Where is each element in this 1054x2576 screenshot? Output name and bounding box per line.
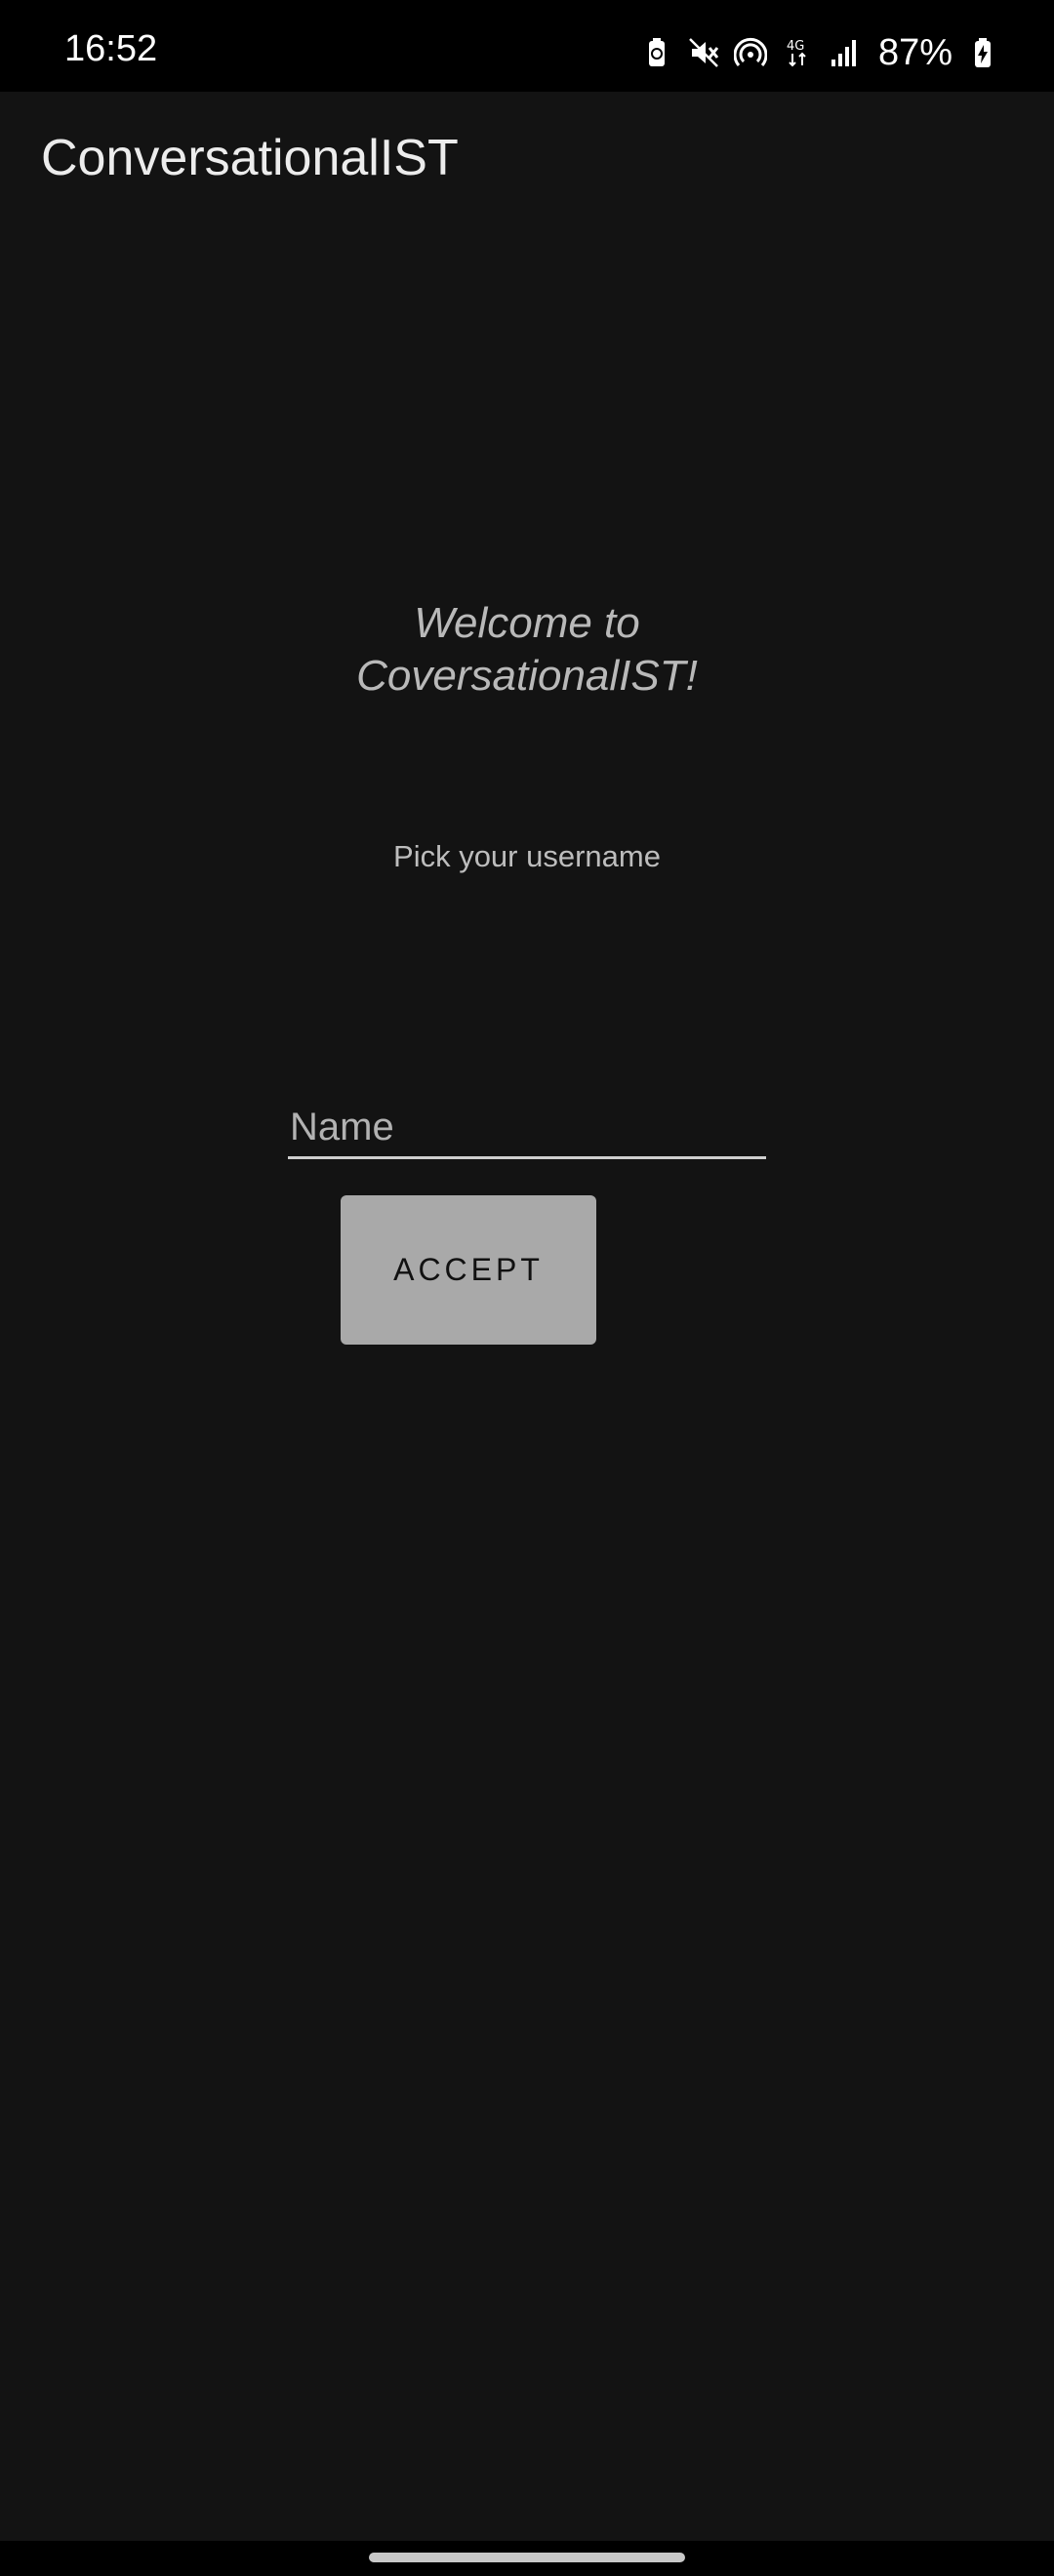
welcome-heading: Welcome to CoversationalIST! — [332, 597, 722, 703]
app-title: ConversationalIST — [41, 130, 459, 186]
username-prompt: Pick your username — [393, 839, 661, 873]
status-icons: 4G 87% — [640, 33, 999, 72]
welcome-line-1: Welcome to — [414, 599, 640, 647]
status-bar: 16:52 4G 87% — [0, 0, 1054, 92]
hotspot-icon — [733, 36, 767, 69]
username-input[interactable] — [288, 1099, 766, 1159]
app-screen: ConversationalIST Welcome to Coversation… — [0, 92, 1054, 2541]
home-handle[interactable] — [369, 2553, 685, 2562]
signal-icon — [828, 36, 861, 69]
mute-icon — [687, 36, 720, 69]
battery-saver-icon — [640, 36, 673, 69]
4g-icon: 4G — [781, 36, 814, 69]
welcome-line-2: CoversationalIST! — [356, 652, 698, 700]
battery-percent: 87% — [877, 32, 953, 73]
battery-charging-icon — [966, 36, 999, 69]
svg-text:4G: 4G — [787, 39, 804, 54]
navigation-bar — [0, 2541, 1054, 2576]
accept-button[interactable]: ACCEPT — [341, 1195, 596, 1345]
status-time: 16:52 — [64, 28, 158, 69]
